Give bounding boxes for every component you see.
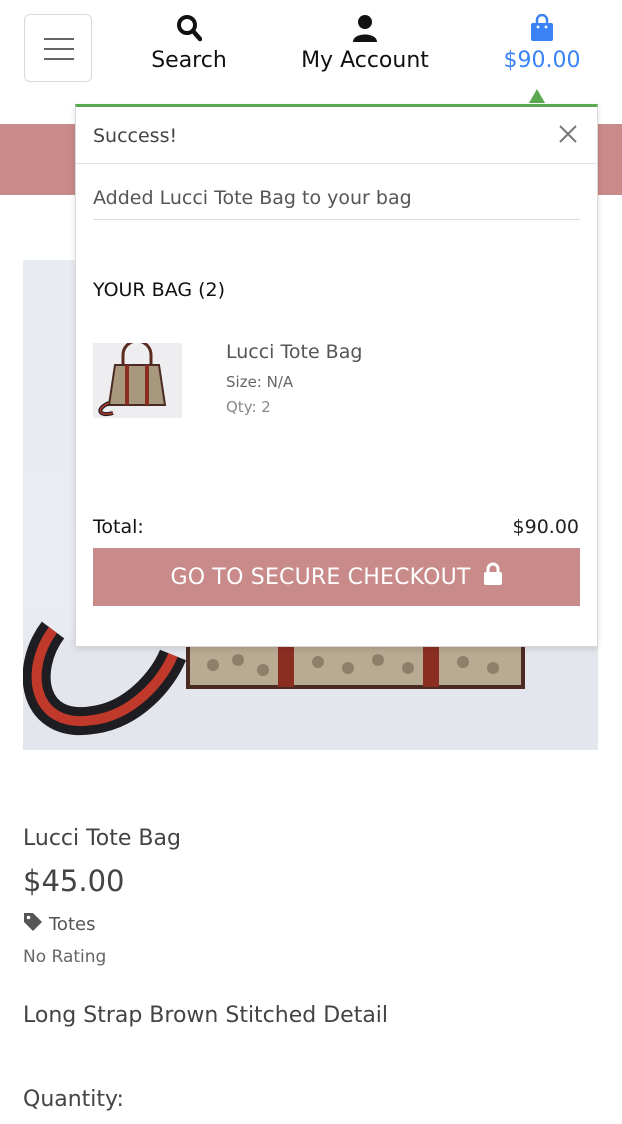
hamburger-icon — [44, 38, 74, 40]
product-category: Totes — [49, 914, 96, 935]
bag-heading: YOUR BAG (2) — [93, 279, 226, 301]
shopping-bag-icon — [492, 13, 592, 44]
nav-bag-link[interactable]: $90.00 — [492, 13, 592, 73]
search-icon — [143, 14, 235, 44]
total-value: $90.00 — [512, 516, 579, 538]
nav-search-label: Search — [151, 48, 227, 73]
bag-item-qty: Qty: 2 — [226, 398, 271, 416]
nav-search-link[interactable]: Search — [143, 14, 235, 73]
nav-bag-total: $90.00 — [503, 48, 581, 73]
toast-message: Added Lucci Tote Bag to your bag — [93, 187, 412, 209]
menu-toggle-button[interactable] — [24, 14, 92, 82]
hamburger-icon-line — [44, 48, 74, 50]
product-price: $45.00 — [23, 864, 125, 898]
bag-item-size: Size: N/A — [226, 373, 294, 391]
nav-account-label: My Account — [301, 48, 429, 73]
quantity-label: Quantity: — [23, 1087, 124, 1112]
total-label: Total: — [93, 516, 144, 538]
product-category-link[interactable]: Totes — [23, 912, 95, 937]
success-toast: Success! Added Lucci Tote Bag to your ba… — [75, 104, 598, 647]
nav-account-link[interactable]: My Account — [292, 14, 438, 73]
close-icon[interactable] — [555, 121, 581, 147]
product-rating: No Rating — [23, 947, 107, 967]
toast-header: Success! — [76, 107, 597, 164]
toast-arrow — [529, 89, 545, 103]
tag-icon — [23, 912, 43, 937]
product-name: Lucci Tote Bag — [23, 826, 181, 851]
product-description: Long Strap Brown Stitched Detail — [23, 1003, 389, 1028]
bag-item-name: Lucci Tote Bag — [226, 341, 363, 363]
secure-checkout-button[interactable]: GO TO SECURE CHECKOUT — [93, 548, 580, 606]
toast-title: Success! — [93, 125, 178, 147]
user-icon — [292, 14, 438, 44]
checkout-label: GO TO SECURE CHECKOUT — [170, 564, 471, 590]
divider — [93, 219, 580, 220]
hamburger-icon-line — [44, 58, 74, 60]
bag-item-thumbnail — [93, 343, 182, 418]
lock-icon — [483, 562, 503, 592]
